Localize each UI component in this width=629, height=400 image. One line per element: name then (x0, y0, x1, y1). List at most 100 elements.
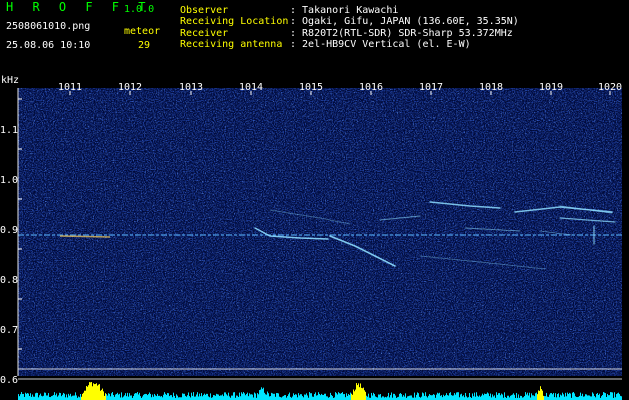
histogram-bar (41, 395, 42, 400)
histogram-bar (149, 392, 150, 400)
histogram-bar (330, 392, 331, 400)
histogram-bar (74, 395, 75, 400)
histogram-bar (416, 394, 417, 400)
histogram-bar (539, 390, 540, 400)
histogram-bar (220, 395, 221, 400)
histogram-bar (33, 396, 34, 400)
histogram-bar (620, 395, 621, 400)
histogram-bar (319, 393, 320, 400)
histogram-bar (301, 394, 302, 400)
histogram-bar (307, 395, 308, 400)
histogram-bar (249, 393, 250, 400)
histogram-bar (473, 396, 474, 400)
histogram-bar (368, 393, 369, 400)
histogram-bar (147, 395, 148, 400)
histogram-bar (570, 393, 571, 400)
histogram-bar (42, 396, 43, 400)
histogram-bar (346, 393, 347, 400)
histogram-bar (144, 394, 145, 400)
histogram-bar (342, 392, 343, 400)
histogram-bar (572, 392, 573, 400)
histogram-bar (271, 392, 272, 400)
histogram-bar (191, 392, 192, 400)
histogram-bar (267, 391, 268, 400)
histogram-bar (261, 387, 262, 400)
antenna-label: Receiving antenna (180, 39, 283, 50)
histogram-bar (454, 393, 455, 400)
histogram-bar (361, 387, 362, 400)
histogram-bar (557, 394, 558, 400)
histogram-bar (528, 395, 529, 400)
histogram-bar (374, 394, 375, 400)
histogram-bar (71, 396, 72, 400)
histogram-bar (494, 395, 495, 400)
histogram-bar (590, 396, 591, 400)
histogram-bar (356, 383, 357, 400)
histogram-bar (289, 392, 290, 400)
histogram-bar (293, 393, 294, 400)
histogram-bar (350, 392, 351, 400)
histogram-bar (68, 393, 69, 400)
histogram-bar (347, 395, 348, 400)
histogram-bar (609, 395, 610, 400)
histogram-bar (355, 389, 356, 400)
histogram-bar (97, 385, 98, 400)
histogram-bar (499, 393, 500, 400)
histogram-bar (520, 395, 521, 400)
histogram-bar (69, 395, 70, 400)
histogram-bar (335, 392, 336, 400)
histogram-bar (612, 392, 613, 400)
histogram-bar (148, 394, 149, 400)
histogram-bar (482, 393, 483, 400)
histogram-bar (90, 382, 91, 400)
histogram-bar (93, 383, 94, 400)
location-label: Receiving Location (180, 16, 289, 27)
histogram-bar (139, 392, 140, 400)
histogram-bar (587, 395, 588, 400)
histogram-bar (52, 395, 53, 400)
histogram-bar (39, 395, 40, 400)
histogram-bar (531, 393, 532, 400)
histogram-bar (174, 395, 175, 400)
histogram-bar (323, 394, 324, 400)
histogram-bar (594, 396, 595, 400)
histogram-bar (158, 395, 159, 400)
histogram-bar (106, 394, 107, 400)
histogram-bar (302, 396, 303, 400)
histogram-bar (501, 393, 502, 400)
histogram-bar (274, 393, 275, 400)
histogram-bar (540, 386, 541, 400)
histogram-bar (511, 395, 512, 400)
histogram-bar (296, 394, 297, 400)
histogram-bar (560, 394, 561, 400)
histogram-bar (201, 393, 202, 400)
histogram-bar (240, 396, 241, 400)
histogram-bar (228, 392, 229, 400)
histogram-bar (95, 383, 96, 400)
histogram-bar (298, 393, 299, 400)
histogram-bar (340, 393, 341, 400)
histogram-bar (255, 393, 256, 400)
histogram-bar (401, 394, 402, 400)
histogram-bar (247, 392, 248, 400)
histogram-bar (358, 383, 359, 400)
histogram-bar (73, 395, 74, 400)
histogram-bar (469, 393, 470, 400)
histogram-bar (182, 393, 183, 400)
histogram-bar (183, 393, 184, 400)
histogram-bar (236, 395, 237, 400)
histogram-bar (407, 396, 408, 400)
histogram-bar (46, 395, 47, 400)
histogram-bar (198, 396, 199, 400)
histogram-bar (597, 393, 598, 400)
histogram-bar (405, 393, 406, 400)
histogram-bar (410, 395, 411, 400)
histogram-bar (393, 393, 394, 400)
histogram-bar (222, 394, 223, 400)
histogram-bar (380, 394, 381, 400)
histogram-bar (532, 395, 533, 400)
histogram-bar (404, 396, 405, 400)
histogram-bar (607, 393, 608, 400)
signal-histogram (18, 382, 622, 400)
histogram-bar (534, 396, 535, 400)
